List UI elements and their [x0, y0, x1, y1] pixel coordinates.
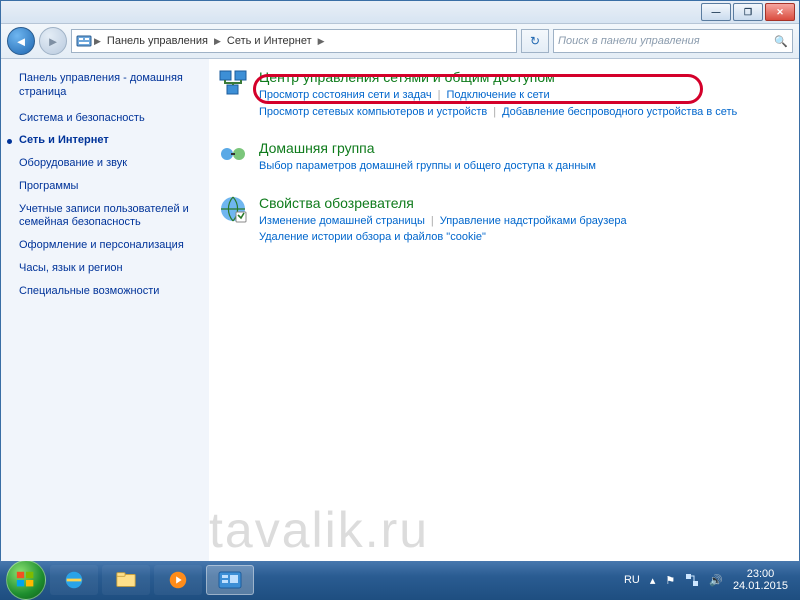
sublink[interactable]: Управление надстройками браузера	[440, 215, 627, 227]
search-icon: 🔍	[774, 35, 788, 48]
control-panel-icon	[76, 33, 92, 49]
back-button[interactable]: ◄	[7, 27, 35, 55]
search-input[interactable]: Поиск в панели управления 🔍	[553, 29, 793, 53]
separator: |	[425, 215, 440, 227]
taskbar-ie-icon[interactable]	[50, 565, 98, 595]
sublink[interactable]: Просмотр состояния сети и задач	[259, 89, 432, 101]
breadcrumb-root[interactable]: Панель управления	[103, 35, 212, 47]
maximize-button[interactable]: ❐	[733, 3, 763, 21]
sidebar-item[interactable]: Специальные возможности	[19, 285, 197, 299]
sidebar-item[interactable]: Часы, язык и регион	[19, 262, 197, 276]
tray-lang[interactable]: RU	[624, 574, 640, 586]
sidebar-item[interactable]: Сеть и Интернет	[19, 134, 197, 148]
close-button[interactable]: ✕	[765, 3, 795, 21]
start-button[interactable]	[6, 560, 46, 600]
refresh-button[interactable]: ↻	[521, 29, 549, 53]
watermark: tavalik.ru	[209, 501, 429, 559]
sidebar-item[interactable]: Оборудование и звук	[19, 157, 197, 171]
sidebar-item[interactable]: Учетные записи пользователей и семейная …	[19, 203, 197, 231]
chevron-right-icon: ▶	[94, 36, 101, 47]
forward-button[interactable]: ►	[39, 27, 67, 55]
sublink[interactable]: Изменение домашней страницы	[259, 215, 425, 227]
category-section: Свойства обозревателя Изменение домашней …	[217, 193, 779, 246]
category-title[interactable]: Центр управления сетями и общим доступом	[259, 69, 737, 85]
sidebar-item[interactable]: Программы	[19, 180, 197, 194]
separator: |	[432, 89, 447, 101]
navbar: ◄ ► ▶ Панель управления ▶ Сеть и Интерне…	[1, 24, 799, 59]
minimize-button[interactable]: —	[701, 3, 731, 21]
sublink[interactable]: Выбор параметров домашней группы и общег…	[259, 160, 596, 172]
chevron-right-icon: ▶	[318, 36, 325, 47]
sublink[interactable]: Удаление истории обзора и файлов "cookie…	[259, 231, 486, 243]
tray-flag-icon[interactable]: ⚑	[665, 574, 675, 587]
taskbar-explorer-icon[interactable]	[102, 565, 150, 595]
tray-chevron-icon[interactable]: ▴	[650, 574, 656, 587]
search-placeholder: Поиск в панели управления	[558, 35, 700, 47]
category-icon	[217, 138, 249, 170]
sidebar-item[interactable]: Система и безопасность	[19, 112, 197, 126]
category-section: Домашняя группа Выбор параметров домашней…	[217, 138, 779, 175]
tray-volume-icon[interactable]: 🔊	[709, 574, 723, 587]
sidebar: Панель управления - домашняя страница Си…	[1, 59, 209, 561]
tray-time: 23:00	[733, 568, 788, 580]
category-sublinks: Просмотр состояния сети и задач|Подключе…	[259, 87, 737, 120]
sidebar-heading[interactable]: Панель управления - домашняя страница	[19, 71, 197, 100]
category-title[interactable]: Свойства обозревателя	[259, 195, 627, 211]
breadcrumb[interactable]: ▶ Панель управления ▶ Сеть и Интернет ▶	[71, 29, 517, 53]
separator: |	[487, 106, 502, 118]
sublink[interactable]: Подключение к сети	[447, 89, 550, 101]
main-panel: Центр управления сетями и общим доступом…	[209, 59, 799, 561]
sublink[interactable]: Добавление беспроводного устройства в се…	[502, 106, 737, 118]
taskbar-mediaplayer-icon[interactable]	[154, 565, 202, 595]
chevron-right-icon: ▶	[214, 36, 221, 47]
category-icon	[217, 193, 249, 225]
taskbar: RU ▴ ⚑ 🔊 23:00 24.01.2015	[0, 560, 800, 600]
category-title[interactable]: Домашняя группа	[259, 140, 596, 156]
tray-clock[interactable]: 23:00 24.01.2015	[733, 568, 788, 592]
system-tray: RU ▴ ⚑ 🔊 23:00 24.01.2015	[624, 568, 794, 592]
sidebar-item[interactable]: Оформление и персонализация	[19, 239, 197, 253]
category-sublinks: Изменение домашней страницы|Управление н…	[259, 213, 627, 246]
breadcrumb-section[interactable]: Сеть и Интернет	[223, 35, 316, 47]
category-sublinks: Выбор параметров домашней группы и общег…	[259, 158, 596, 175]
category-section: Центр управления сетями и общим доступом…	[217, 67, 779, 120]
category-icon	[217, 67, 249, 99]
titlebar: — ❐ ✕	[1, 1, 799, 24]
tray-date: 24.01.2015	[733, 580, 788, 592]
taskbar-controlpanel-icon[interactable]	[206, 565, 254, 595]
explorer-window: — ❐ ✕ ◄ ► ▶ Панель управления ▶ Сеть и И…	[0, 0, 800, 560]
tray-network-icon[interactable]	[685, 573, 699, 587]
sidebar-list: Система и безопасность Сеть и Интернет Обо…	[19, 112, 197, 299]
content-body: Панель управления - домашняя страница Си…	[1, 59, 799, 561]
sublink[interactable]: Просмотр сетевых компьютеров и устройств	[259, 106, 487, 118]
